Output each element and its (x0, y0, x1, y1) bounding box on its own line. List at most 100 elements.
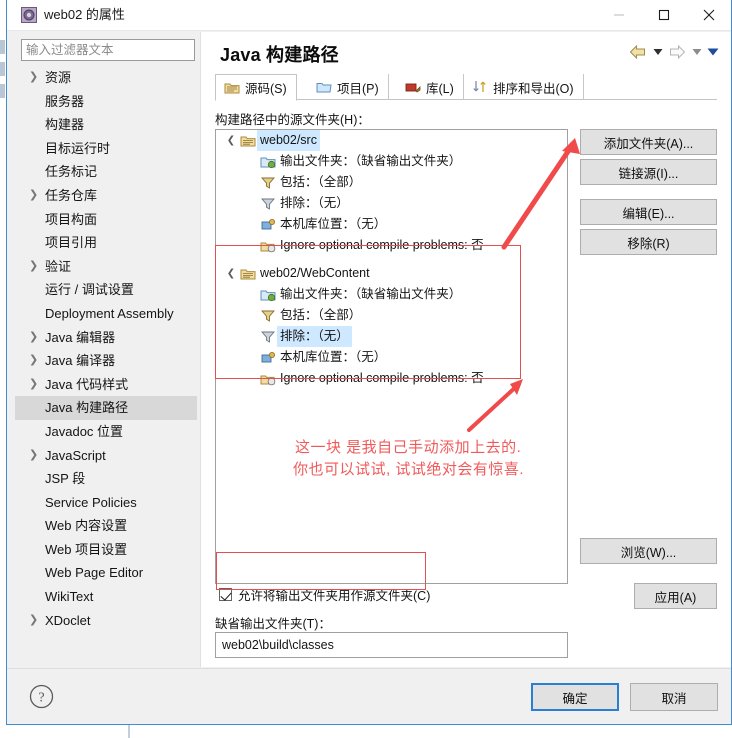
more-menu-chevron-down-icon[interactable] (706, 43, 719, 61)
source-folder-icon (224, 80, 240, 96)
ok-button[interactable]: 确定 (531, 683, 619, 711)
tree-node-src-ignore-optional-problems[interactable]: Ignore optional compile problems: 否 (216, 235, 567, 256)
tab-projects[interactable]: 项目(P) (308, 74, 389, 100)
sidebar-item-targeted-runtimes[interactable]: 目标运行时 (15, 137, 197, 161)
tree-node-webcontent-native-library[interactable]: 本机库位置：（无） (216, 347, 567, 368)
filter-input[interactable]: 输入过滤器文本 (21, 39, 195, 61)
tree-node-webcontent-exclude[interactable]: 排除：（无） (216, 326, 567, 347)
sidebar-item-java-build-path[interactable]: Java 构建路径 (15, 396, 197, 420)
source-folders-list[interactable]: ❮ web02/src 输出文件夹：（缺省输出文件夹） 包括：（全部） 排除：（… (215, 129, 568, 584)
chevron-right-icon[interactable]: ❯ (29, 326, 41, 350)
project-folder-icon (316, 79, 332, 95)
title-bar: web02 的属性 (7, 0, 731, 31)
page-title: Java 构建路径 (220, 45, 339, 65)
sidebar-item-label: Deployment Assembly (45, 305, 174, 321)
add-folder-button[interactable]: 添加文件夹(A)... (580, 129, 717, 155)
source-folder-icon (240, 266, 256, 282)
sidebar-item-task-repository[interactable]: ❯ 任务仓库 (15, 184, 197, 208)
back-arrow-icon[interactable] (628, 43, 648, 61)
default-output-folder-input[interactable]: web02\build\classes (215, 632, 568, 658)
tree-node-label: 排除：（无） (277, 326, 352, 347)
order-export-icon (472, 79, 488, 95)
allow-output-as-source-checkbox[interactable] (219, 588, 232, 601)
forward-menu-chevron-down-icon[interactable] (690, 43, 703, 61)
sidebar-item-service-policies[interactable]: Service Policies (15, 491, 197, 515)
chevron-right-icon[interactable]: ❯ (29, 66, 41, 90)
chevron-right-icon[interactable]: ❯ (29, 609, 41, 633)
chevron-right-icon[interactable]: ❯ (29, 255, 41, 279)
apply-button[interactable]: 应用(A) (634, 583, 717, 609)
tree-node-src-native-library[interactable]: 本机库位置：（无） (216, 214, 567, 235)
help-question-icon[interactable]: ? (29, 684, 54, 709)
sidebar-item-task-tags[interactable]: 任务标记 (15, 160, 197, 184)
sidebar-item-label: Java 编辑器 (45, 329, 116, 345)
sidebar-item-label: 服务器 (45, 93, 85, 109)
tree-node-src-output-folder[interactable]: 输出文件夹：（缺省输出文件夹） (216, 151, 567, 172)
tree-node-webcontent-include[interactable]: 包括：（全部） (216, 305, 567, 326)
chevron-down-icon[interactable]: ❮ (224, 130, 238, 151)
sidebar-item-java-editor[interactable]: ❯ Java 编辑器 (15, 326, 197, 350)
chevron-right-icon[interactable]: ❯ (29, 184, 41, 208)
sidebar-item-label: 项目构面 (45, 211, 98, 227)
tab-source[interactable]: 源码(S) (215, 74, 297, 101)
tree-node-label: 包括：（全部） (280, 175, 362, 189)
sidebar-item-jsp-fragment[interactable]: JSP 段 (15, 467, 197, 491)
sidebar-item-validation[interactable]: ❯ 验证 (15, 255, 197, 279)
sidebar-item-javascript[interactable]: ❯ JavaScript (15, 444, 197, 468)
tab-order-and-export[interactable]: 排序和导出(O) (464, 74, 584, 100)
chevron-right-icon[interactable]: ❯ (29, 444, 41, 468)
sidebar-item-javadoc-location[interactable]: Javadoc 位置 (15, 420, 197, 444)
include-filter-icon (260, 175, 276, 191)
forward-arrow-icon[interactable] (667, 43, 687, 61)
close-button[interactable] (686, 0, 731, 30)
sidebar-item-label: 构建器 (45, 117, 85, 133)
sidebar-item-label: XDoclet (45, 612, 91, 628)
sidebar-item-java-compiler[interactable]: ❯ Java 编译器 (15, 349, 197, 373)
properties-dialog: web02 的属性 输入过滤器文本 ❯ 资源 服务器 构建器 目标运行时 任务标记… (6, 0, 732, 725)
back-menu-chevron-down-icon[interactable] (651, 43, 664, 61)
compile-problems-icon (260, 238, 276, 254)
edit-button[interactable]: 编辑(E)... (580, 199, 717, 225)
default-output-folder-label: 缺省输出文件夹(T)： (215, 617, 331, 631)
svg-text:?: ? (38, 691, 44, 706)
tree-node-webcontent-ignore-optional-problems[interactable]: Ignore optional compile problems: 否 (216, 368, 567, 389)
sidebar-item-project-references[interactable]: 项目引用 (15, 231, 197, 255)
tree-node-src-include[interactable]: 包括：（全部） (216, 172, 567, 193)
tree-node-webcontent-root[interactable]: ❮ web02/WebContent (216, 263, 567, 284)
tree-node-label: 输出文件夹：（缺省输出文件夹） (280, 154, 462, 168)
browse-button[interactable]: 浏览(W)... (580, 538, 717, 564)
tab-libraries[interactable]: 库(L) (397, 74, 464, 100)
sidebar-item-builders[interactable]: 构建器 (15, 113, 197, 137)
chevron-down-icon[interactable]: ❮ (224, 263, 238, 284)
tab-label: 项目(P) (337, 81, 379, 96)
output-folder-icon (260, 154, 276, 170)
exclude-filter-icon (260, 196, 276, 212)
sidebar-item-project-facets[interactable]: 项目构面 (15, 208, 197, 232)
tree-node-src-exclude[interactable]: 排除：（无） (216, 193, 567, 214)
sidebar-item-web-page-editor[interactable]: Web Page Editor (15, 561, 197, 585)
allow-output-as-source-checkbox-row[interactable]: 允许将输出文件夹用作源文件夹(C) (219, 585, 430, 604)
tree-node-label: 包括：（全部） (280, 308, 362, 322)
link-source-button[interactable]: 链接源(I)... (580, 159, 717, 185)
maximize-button[interactable] (641, 0, 686, 30)
sidebar-item-web-content-settings[interactable]: Web 内容设置 (15, 514, 197, 538)
sidebar-item-web-project-settings[interactable]: Web 项目设置 (15, 538, 197, 562)
properties-icon (21, 7, 37, 23)
chevron-right-icon[interactable]: ❯ (29, 373, 41, 397)
sidebar-item-java-code-style[interactable]: ❯ Java 代码样式 (15, 373, 197, 397)
sidebar-item-deployment-assembly[interactable]: Deployment Assembly (15, 302, 197, 326)
sidebar-item-servers[interactable]: 服务器 (15, 90, 197, 114)
sidebar-item-resource[interactable]: ❯ 资源 (15, 66, 197, 90)
minimize-button[interactable] (596, 0, 641, 30)
cancel-button[interactable]: 取消 (630, 683, 718, 711)
tree-node-src-root[interactable]: ❮ web02/src (216, 130, 567, 151)
sidebar-item-run-debug-settings[interactable]: 运行 / 调试设置 (15, 278, 197, 302)
sidebar-item-label: Java 代码样式 (45, 376, 129, 392)
remove-button[interactable]: 移除(R) (580, 229, 717, 255)
sidebar-item-xdoclet[interactable]: ❯ XDoclet (15, 609, 197, 633)
settings-nav-tree[interactable]: ❯ 资源 服务器 构建器 目标运行时 任务标记 ❯ 任务仓库 项目构面 项目引用 ❯… (15, 66, 197, 667)
sidebar-item-wikitext[interactable]: WikiText (15, 585, 197, 609)
tree-node-webcontent-output-folder[interactable]: 输出文件夹：（缺省输出文件夹） (216, 284, 567, 305)
chevron-right-icon[interactable]: ❯ (29, 349, 41, 373)
native-library-icon (260, 350, 276, 366)
